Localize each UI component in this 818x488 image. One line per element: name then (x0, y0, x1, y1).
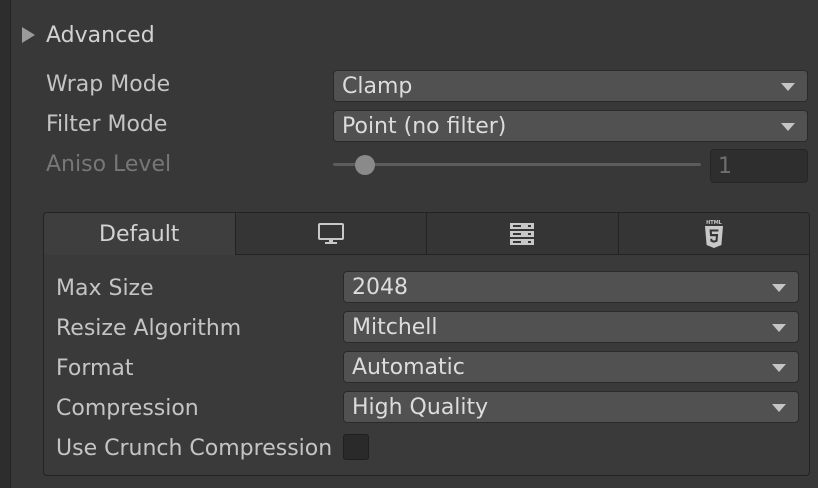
left-edge-divider (10, 0, 11, 488)
left-edge-strip (0, 0, 10, 488)
server-icon (510, 222, 535, 245)
tab-default-label: Default (99, 221, 180, 247)
resize-algorithm-value: Mitchell (352, 314, 438, 340)
filter-mode-label: Filter Mode (46, 112, 168, 137)
max-size-value: 2048 (352, 274, 408, 300)
aniso-level-slider-track[interactable] (333, 163, 701, 166)
chevron-down-icon (772, 284, 786, 292)
resize-algorithm-label: Resize Algorithm (56, 316, 242, 341)
platform-tabs: Default HTML (44, 213, 809, 255)
resize-algorithm-dropdown[interactable]: Mitchell (343, 311, 799, 343)
max-size-dropdown[interactable]: 2048 (343, 271, 799, 303)
tab-default[interactable]: Default (44, 213, 235, 255)
filter-mode-value: Point (no filter) (342, 113, 507, 139)
advanced-foldout[interactable]: Advanced (22, 20, 155, 50)
monitor-icon (317, 222, 344, 244)
compression-label: Compression (56, 396, 199, 421)
html5-icon: HTML (704, 220, 723, 248)
aniso-level-label: Aniso Level (46, 152, 172, 177)
chevron-down-icon (781, 83, 795, 91)
aniso-level-slider-thumb[interactable] (355, 155, 375, 175)
wrap-mode-value: Clamp (342, 73, 413, 99)
aniso-level-input[interactable]: 1 (710, 149, 808, 183)
foldout-arrow-icon (22, 27, 35, 43)
platform-settings-panel: Default HTML Max Size 2048 Resize Algori… (43, 212, 810, 476)
chevron-down-icon (772, 364, 786, 372)
tab-standalone[interactable] (234, 213, 426, 255)
compression-dropdown[interactable]: High Quality (343, 391, 799, 423)
max-size-label: Max Size (56, 276, 154, 301)
tab-dedicated-server[interactable] (426, 213, 618, 255)
filter-mode-dropdown[interactable]: Point (no filter) (333, 110, 808, 142)
html5-icon-text: HTML (706, 220, 723, 226)
chevron-down-icon (772, 324, 786, 332)
format-dropdown[interactable]: Automatic (343, 351, 799, 383)
wrap-mode-label: Wrap Mode (46, 72, 171, 97)
compression-value: High Quality (352, 394, 489, 420)
format-value: Automatic (352, 354, 465, 380)
format-label: Format (56, 356, 134, 381)
use-crunch-label: Use Crunch Compression (56, 436, 333, 461)
chevron-down-icon (772, 404, 786, 412)
foldout-label: Advanced (46, 22, 155, 48)
chevron-down-icon (781, 123, 795, 131)
wrap-mode-dropdown[interactable]: Clamp (333, 70, 808, 102)
tab-webgl[interactable]: HTML (617, 213, 809, 255)
use-crunch-checkbox[interactable] (343, 434, 369, 460)
